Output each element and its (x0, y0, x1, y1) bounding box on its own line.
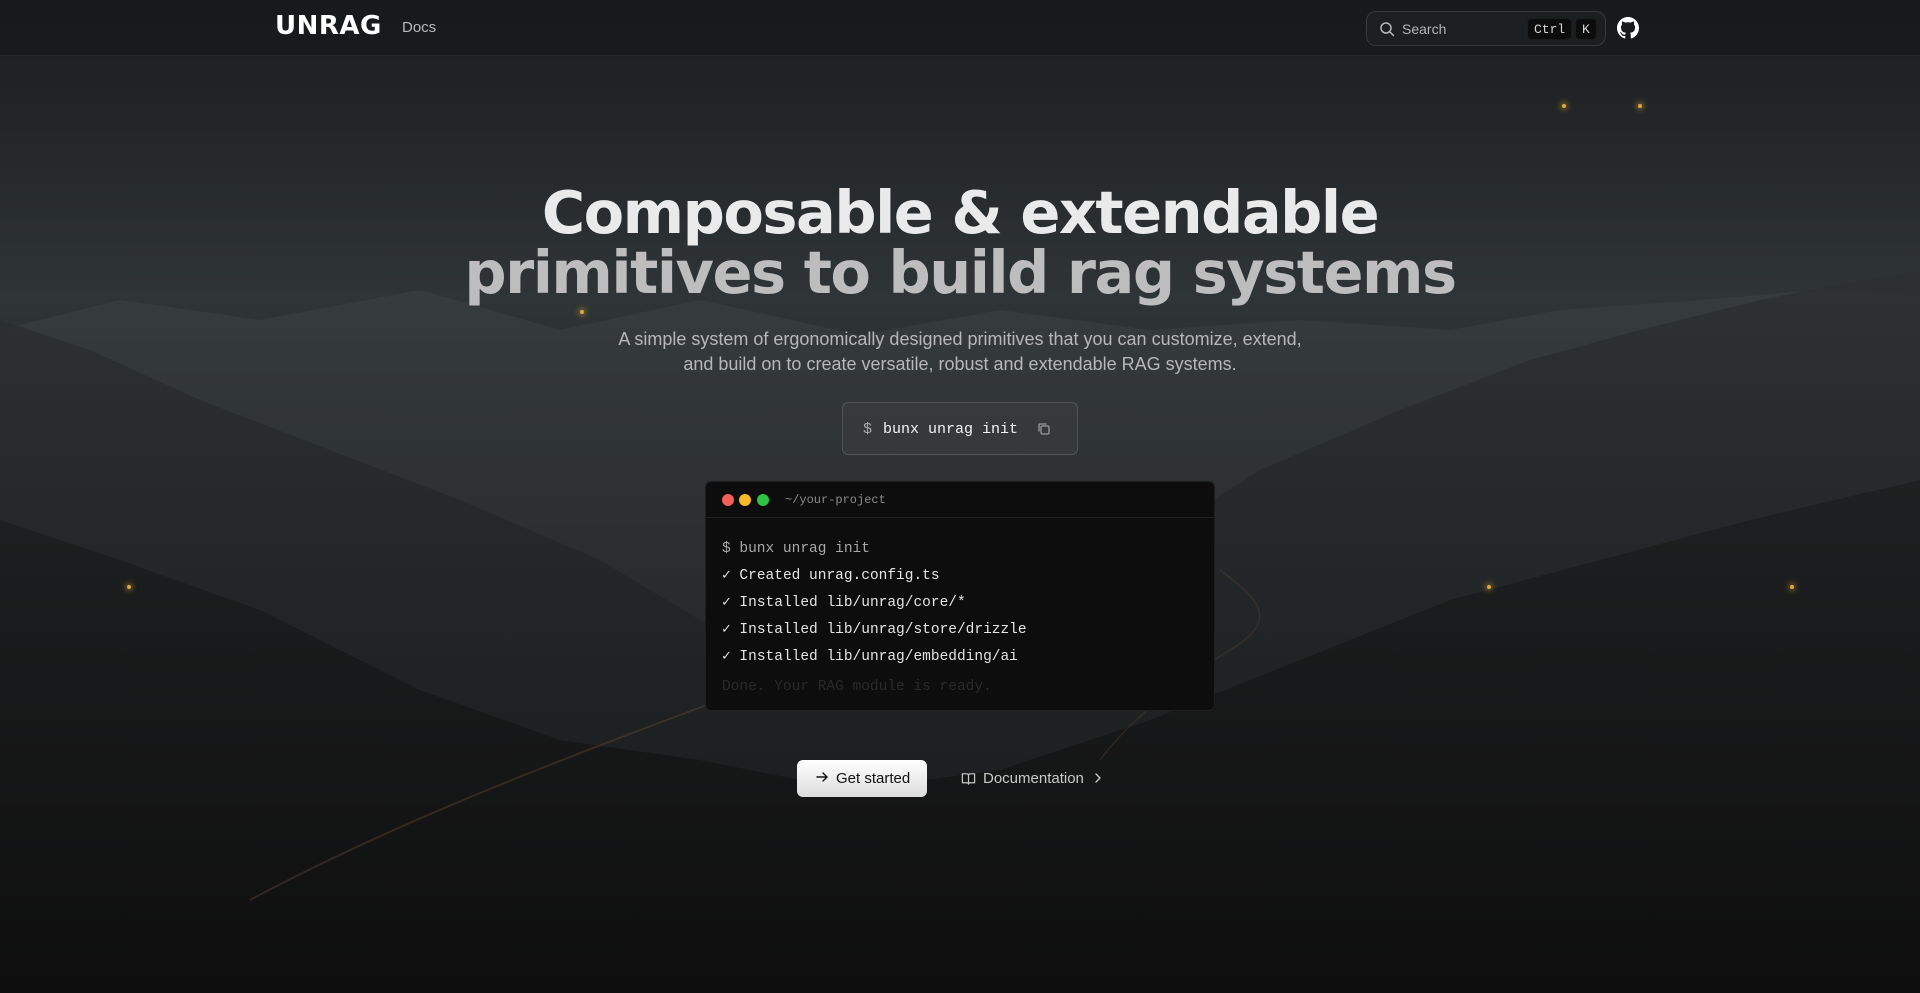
light-dot (1638, 104, 1642, 108)
terminal-line: Done. Your RAG module is ready. (722, 679, 992, 695)
command-prompt: $ (863, 421, 873, 438)
get-started-button[interactable]: Get started (797, 760, 927, 797)
documentation-button[interactable]: Documentation (955, 760, 1115, 797)
arrow-right-icon (816, 772, 828, 782)
light-dot (1790, 585, 1794, 589)
search-icon (1380, 22, 1395, 37)
terminal-line: ✓ Installed lib/unrag/core/* (722, 595, 966, 611)
terminal-title-bar: ~/your-project (706, 482, 1214, 518)
search-label: Search (1402, 21, 1447, 37)
unrag-logo[interactable]: UNRAG (275, 11, 382, 41)
maximize-dot-icon (757, 494, 769, 506)
copy-icon[interactable] (1036, 421, 1052, 437)
minimize-dot-icon (739, 494, 751, 506)
hero-subtitle: A simple system of ergonomically designe… (618, 329, 1302, 374)
install-command: bunx unrag init (883, 421, 1019, 438)
terminal-line: ✓ Created unrag.config.ts (722, 568, 940, 584)
light-dot (580, 310, 584, 314)
terminal-line: $ bunx unrag init (722, 541, 870, 557)
nav-link-docs[interactable]: Docs (402, 19, 436, 36)
shortcut-key: K (1575, 18, 1597, 40)
hero-title-line2: primitives to build rag systems (464, 238, 1457, 307)
github-icon[interactable] (1617, 17, 1639, 39)
hero-title: Composable & extendable primitives to bu… (0, 183, 1920, 303)
terminal-path: ~/your-project (785, 493, 886, 507)
chevron-right-icon (1095, 773, 1101, 783)
get-started-label: Get started (836, 770, 911, 787)
search-button[interactable]: Search Ctrl K (1366, 11, 1606, 46)
install-command-box: $ bunx unrag init (842, 402, 1078, 455)
top-nav: UNRAG Docs Search Ctrl K (0, 0, 1920, 56)
book-open-icon (961, 773, 976, 785)
terminal-window: ~/your-project $ bunx unrag init ✓ Creat… (705, 481, 1215, 711)
hero-title-line1: Composable & extendable (541, 178, 1380, 247)
close-dot-icon (722, 494, 734, 506)
terminal-line: ✓ Installed lib/unrag/embedding/ai (722, 649, 1018, 665)
light-dot (1562, 104, 1566, 108)
shortcut-modifier-key: Ctrl (1527, 18, 1573, 40)
terminal-output: $ bunx unrag init ✓ Created unrag.config… (722, 536, 1198, 701)
terminal-line: ✓ Installed lib/unrag/store/drizzle (722, 622, 1027, 638)
documentation-label: Documentation (983, 770, 1084, 787)
light-dot (1487, 585, 1491, 589)
light-dot (127, 585, 131, 589)
